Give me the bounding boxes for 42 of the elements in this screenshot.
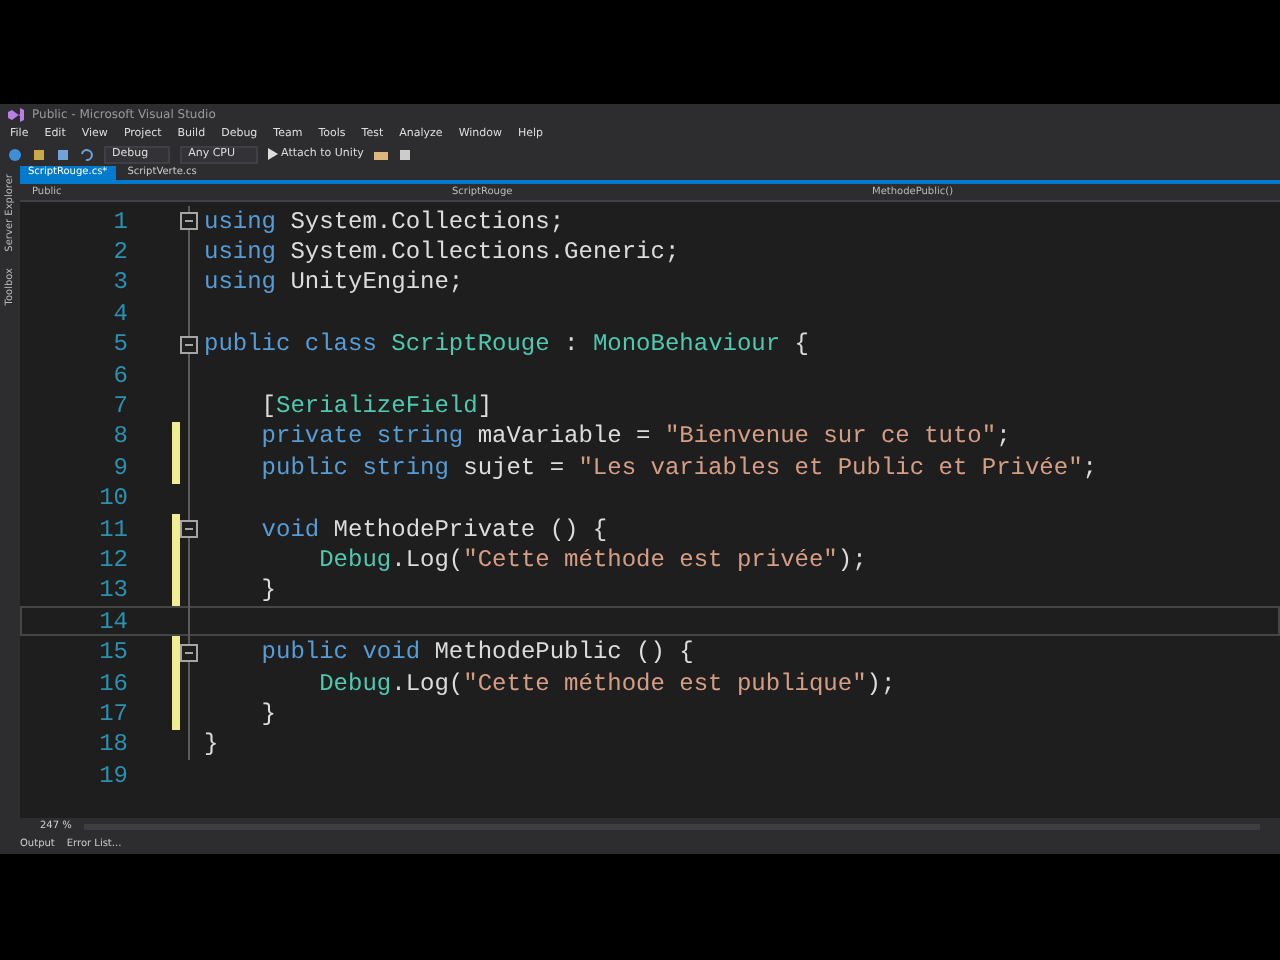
code-line: void MethodePrivate () { <box>259 515 608 544</box>
line-number: 9 <box>111 453 130 482</box>
undo-icon[interactable] <box>80 147 94 161</box>
code-line: public string sujet = "Les variables et Public et Privée"; <box>259 453 1097 482</box>
collapse-icon[interactable] <box>180 520 198 539</box>
line-number: 5 <box>111 330 130 359</box>
line-number: 11 <box>97 515 130 544</box>
code-line: using UnityEngine; <box>204 268 464 297</box>
code-line: using System.Collections; <box>204 207 565 236</box>
line-number: 7 <box>111 392 130 421</box>
code-line: private string maVariable = "Bienvenue sur ce tuto"; <box>259 422 1011 451</box>
line-number: 13 <box>97 576 130 605</box>
line-number: 12 <box>97 545 130 574</box>
line-number: 15 <box>97 638 130 667</box>
folder-icon[interactable] <box>373 147 388 161</box>
collapse-icon[interactable] <box>180 212 198 231</box>
code-line: Debug.Log("Cette méthode est publique"); <box>317 669 896 698</box>
line-number: 6 <box>111 361 130 390</box>
collapse-icon[interactable] <box>180 335 198 354</box>
code-line: public class ScriptRouge : MonoBehaviour { <box>204 330 809 359</box>
play-icon <box>267 148 278 160</box>
code-line: Debug.Log("Cette méthode est privée"); <box>317 545 867 574</box>
code-line: } <box>259 576 277 605</box>
line-number: 16 <box>97 669 130 698</box>
line-number: 18 <box>97 730 130 759</box>
line-number: 19 <box>97 761 130 790</box>
code-line: using System.Collections.Generic; <box>204 238 680 267</box>
line-number: 3 <box>111 268 130 297</box>
code-line: [SerializeField] <box>259 392 493 421</box>
line-number: 4 <box>111 299 130 328</box>
code-editor[interactable] <box>20 202 1280 818</box>
code-line: } <box>259 699 277 728</box>
code-line: } <box>204 730 219 759</box>
visual-studio-logo-icon <box>8 107 24 121</box>
line-number: 1 <box>111 207 130 236</box>
line-number: 2 <box>111 238 130 267</box>
line-number: 10 <box>97 484 130 513</box>
line-number: 8 <box>111 422 130 451</box>
line-number: 17 <box>97 699 130 728</box>
line-number: 14 <box>97 607 130 636</box>
code-line: public void MethodePublic () { <box>259 638 694 667</box>
collapse-icon[interactable] <box>180 643 198 662</box>
